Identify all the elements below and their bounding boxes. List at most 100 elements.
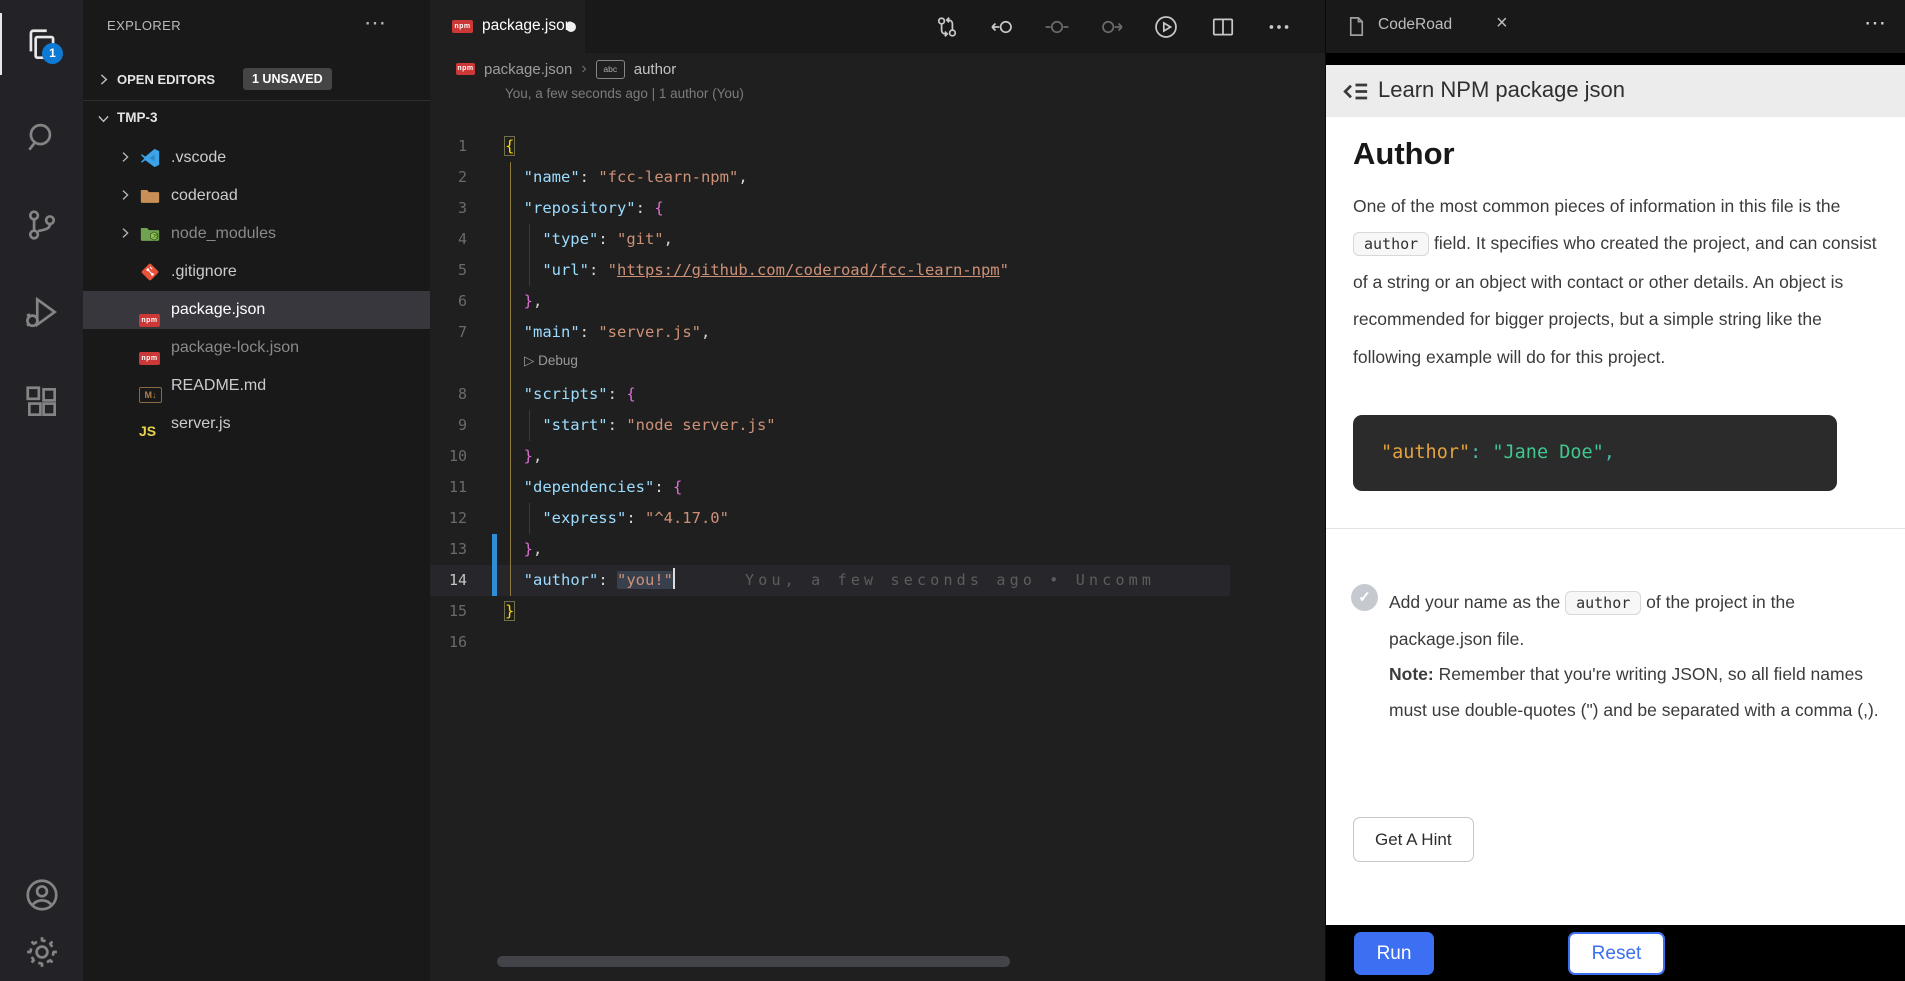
code-line-9[interactable]: 9"start": "node server.js" — [430, 410, 1230, 441]
line-number[interactable]: 16 — [430, 627, 467, 658]
open-files-badge: 1 — [42, 43, 63, 64]
code-line-15[interactable]: 15} — [430, 596, 1230, 627]
svg-text:JS: JS — [152, 233, 158, 239]
tree-item-label: .gitignore — [171, 253, 237, 291]
js-icon: JS — [139, 423, 156, 439]
sidebar-item-source-control[interactable] — [0, 185, 83, 261]
sidebar-item-run-debug[interactable] — [0, 272, 83, 348]
code-line-1[interactable]: 1{ — [430, 131, 1230, 162]
coderoad-panel: CodeRoad × ⋯ Learn NPM package json Auth… — [1325, 0, 1905, 981]
tree-item-package.json[interactable]: npmpackage.json — [83, 291, 430, 329]
line-number[interactable]: 11 — [430, 472, 467, 503]
gear-icon — [23, 933, 61, 971]
tree-item-server.js[interactable]: JS server.js — [83, 405, 430, 443]
line-number[interactable]: 9 — [430, 410, 467, 441]
search-icon — [23, 118, 61, 156]
reset-button[interactable]: Reset — [1568, 932, 1665, 975]
sidebar-item-explorer[interactable]: 1 — [0, 5, 83, 81]
source-control-icon — [23, 206, 61, 244]
tree-item-.gitignore[interactable]: .gitignore — [83, 253, 430, 291]
line-number[interactable]: 15 — [430, 596, 467, 627]
root-folder-label: TMP-3 — [117, 110, 158, 125]
sidebar-item-extensions[interactable] — [0, 362, 83, 438]
git-blame-header: You, a few seconds ago | 1 author (You) — [505, 86, 744, 101]
code-line-3[interactable]: 3"repository": { — [430, 193, 1230, 224]
active-indicator — [0, 13, 2, 75]
code-editor[interactable]: You, a few seconds ago | 1 author (You) … — [430, 0, 1230, 950]
code-line-11[interactable]: 11"dependencies": { — [430, 472, 1230, 503]
close-icon[interactable]: × — [1496, 12, 1508, 35]
tree-item-label: node_modules — [171, 215, 276, 253]
code-line-14[interactable]: 14"author": "you!"You, a few seconds ago… — [430, 565, 1230, 596]
line-number[interactable]: 2 — [430, 162, 467, 193]
editor-group: npm package.json — [430, 0, 1325, 981]
account-icon — [23, 876, 61, 914]
line-number[interactable]: 1 — [430, 131, 467, 162]
example-code-block: "author": "Jane Doe", — [1353, 415, 1837, 491]
node-modules-folder-icon: JS — [139, 223, 161, 245]
tree-item-label: server.js — [171, 405, 231, 443]
code-line-4[interactable]: 4"type": "git", — [430, 224, 1230, 255]
back-to-lessons-icon[interactable] — [1340, 76, 1371, 107]
code-line-16[interactable]: 16 — [430, 627, 1230, 658]
explorer-sidebar: EXPLORER ⋯ OPEN EDITORS 1 UNSAVED TMP-3 … — [83, 0, 430, 981]
folder-icon — [139, 185, 161, 207]
explorer-more-actions-icon[interactable]: ⋯ — [364, 10, 388, 36]
example-code: "author": "Jane Doe", — [1381, 415, 1615, 491]
panel-more-actions-icon[interactable]: ⋯ — [1864, 10, 1888, 36]
line-number[interactable]: 13 — [430, 534, 467, 565]
chevron-right-icon — [117, 149, 133, 165]
code-line-10[interactable]: 10}, — [430, 441, 1230, 472]
tab-coderoad[interactable]: CodeRoad — [1378, 16, 1452, 34]
markdown-icon: M↓ — [139, 387, 162, 403]
tree-item-README.md[interactable]: M↓ README.md — [83, 367, 430, 405]
tree-item-.vscode[interactable]: .vscode — [83, 139, 430, 177]
code-line-2[interactable]: 2"name": "fcc-learn-npm", — [430, 162, 1230, 193]
code-line-6[interactable]: 6}, — [430, 286, 1230, 317]
lesson-heading: Author — [1353, 136, 1455, 172]
git-icon — [139, 261, 161, 283]
tree-item-label: coderoad — [171, 177, 238, 215]
line-number[interactable]: 10 — [430, 441, 467, 472]
lesson-title: Learn NPM package json — [1378, 77, 1625, 103]
run-button[interactable]: Run — [1354, 932, 1434, 975]
code-line-8[interactable]: 8"scripts": { — [430, 379, 1230, 410]
task-check-icon: ✓ — [1351, 584, 1378, 611]
line-number[interactable]: 7 — [430, 317, 467, 348]
line-number[interactable]: 4 — [430, 224, 467, 255]
more-actions-icon[interactable] — [1266, 14, 1292, 40]
open-editors-label: OPEN EDITORS — [117, 72, 215, 87]
task-description: Add your name as the author of the proje… — [1389, 585, 1883, 728]
sidebar-item-search[interactable] — [0, 97, 83, 173]
line-number[interactable]: 6 — [430, 286, 467, 317]
line-number[interactable]: 8 — [430, 379, 467, 410]
tree-root-folder[interactable]: TMP-3 — [83, 100, 430, 138]
tree-item-package-lock.json[interactable]: npmpackage-lock.json — [83, 329, 430, 367]
panel-bottom-bar: Run Reset — [1326, 925, 1905, 981]
line-number[interactable]: 5 — [430, 255, 467, 286]
coderoad-header[interactable]: Learn NPM package json — [1326, 65, 1905, 117]
tree-item-label: package.json — [171, 291, 265, 329]
vscode-window: 1 — [0, 0, 1905, 981]
tree-item-label: README.md — [171, 367, 266, 405]
horizontal-scrollbar[interactable] — [497, 956, 1010, 967]
code-line-13[interactable]: 13}, — [430, 534, 1230, 565]
code-line-5[interactable]: 5"url": "https://github.com/coderoad/fcc… — [430, 255, 1230, 286]
get-hint-button[interactable]: Get A Hint — [1353, 817, 1474, 862]
codelens-debug[interactable]: ▷ Debug — [524, 348, 824, 379]
vscode-icon — [139, 147, 161, 169]
line-number[interactable]: 3 — [430, 193, 467, 224]
open-editors-section[interactable]: OPEN EDITORS 1 UNSAVED — [83, 62, 430, 101]
code-line-7[interactable]: 7"main": "server.js", — [430, 317, 1230, 348]
line-number[interactable]: 12 — [430, 503, 467, 534]
unsaved-badge: 1 UNSAVED — [243, 68, 332, 90]
play-outline-icon: ▷ — [524, 353, 538, 368]
tree-item-coderoad[interactable]: coderoad — [83, 177, 430, 215]
debug-icon — [23, 293, 61, 331]
code-line-12[interactable]: 12"express": "^4.17.0" — [430, 503, 1230, 534]
lesson-paragraph: One of the most common pieces of informa… — [1353, 188, 1881, 376]
settings-button[interactable] — [0, 912, 83, 981]
tree-item-node_modules[interactable]: JS node_modules — [83, 215, 430, 253]
text-cursor — [673, 568, 675, 589]
line-number[interactable]: 14 — [430, 565, 467, 596]
